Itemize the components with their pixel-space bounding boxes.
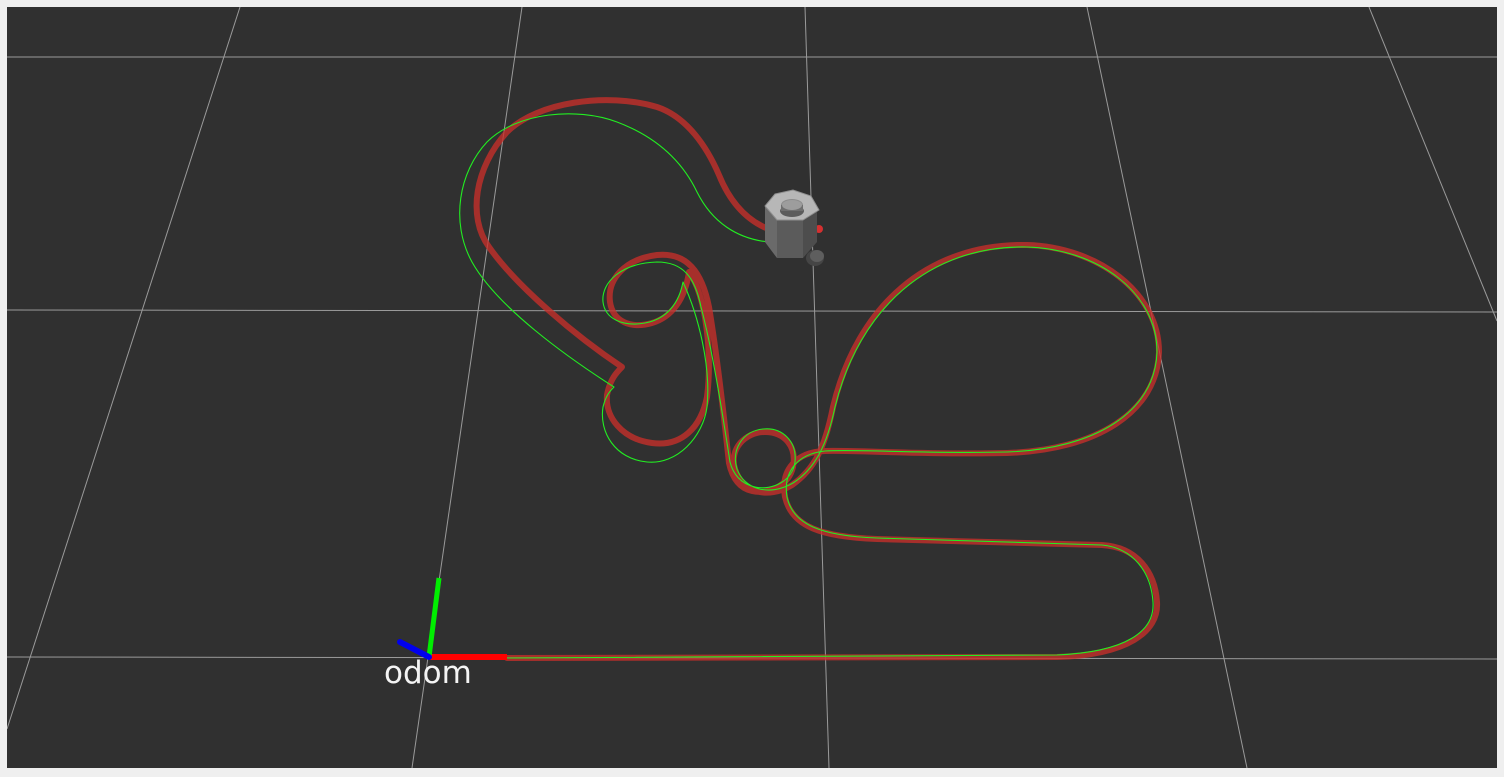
robot-body-face-front xyxy=(777,220,803,258)
3d-viewport[interactable]: odom xyxy=(7,7,1497,768)
robot-sensor-cap xyxy=(782,200,802,210)
scene-canvas[interactable]: odom xyxy=(7,7,1497,768)
robot-wheel-hub xyxy=(810,250,824,262)
scene-background xyxy=(7,7,1497,768)
frame-label: odom xyxy=(384,655,472,691)
